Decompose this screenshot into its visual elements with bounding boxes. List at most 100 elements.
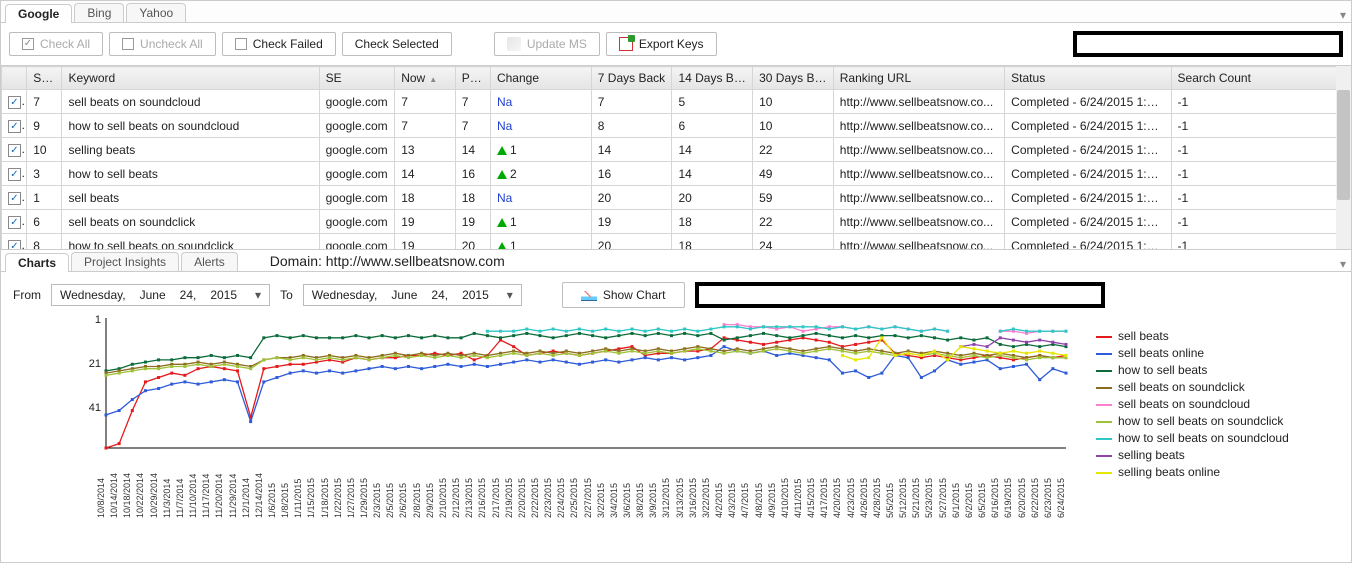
date-from-picker[interactable]: Wednesday,June24,2015 ▾ bbox=[51, 284, 270, 306]
y-tick-label: 41 bbox=[31, 402, 101, 414]
tab-alerts[interactable]: Alerts bbox=[181, 252, 238, 271]
row-checkbox[interactable] bbox=[8, 96, 21, 109]
col-keyword[interactable]: Keyword bbox=[62, 67, 319, 90]
x-tick-label: 10/18/2014 bbox=[122, 508, 132, 518]
check-failed-button[interactable]: Check Failed bbox=[222, 32, 336, 56]
x-tick-label: 5/23/2015 bbox=[924, 508, 934, 518]
x-tick-label: 2/12/2015 bbox=[451, 508, 461, 518]
x-tick-label: 3/13/2015 bbox=[675, 508, 685, 518]
table-row[interactable]: 3how to sell beatsgoogle.com14162161449h… bbox=[2, 162, 1338, 186]
update-ms-button[interactable]: Update MS bbox=[494, 32, 600, 56]
col-ranking-url[interactable]: Ranking URL bbox=[833, 67, 1004, 90]
line-chart: 1 21 41 10/8/201410/14/201410/18/201410/… bbox=[21, 318, 1076, 518]
tab-bing[interactable]: Bing bbox=[74, 3, 124, 22]
x-tick-label: 2/16/2015 bbox=[477, 508, 487, 518]
check-all-button[interactable]: Check All bbox=[9, 32, 103, 56]
x-tick-label: 2/25/2015 bbox=[569, 508, 579, 518]
legend-item: sell beats online bbox=[1096, 345, 1331, 362]
x-tick-label: 11/20/2014 bbox=[214, 508, 224, 518]
legend-item: how to sell beats on soundclick bbox=[1096, 413, 1331, 430]
x-tick-label: 2/24/2015 bbox=[556, 508, 566, 518]
row-checkbox[interactable] bbox=[8, 240, 21, 250]
col-7days[interactable]: 7 Days Back bbox=[591, 67, 672, 90]
table-row[interactable]: 8how to sell beats on soundclickgoogle.c… bbox=[2, 234, 1338, 251]
x-tick-label: 2/19/2015 bbox=[504, 508, 514, 518]
x-tick-label: 6/16/2015 bbox=[990, 508, 1000, 518]
legend-swatch bbox=[1096, 387, 1112, 389]
x-tick-label: 2/27/2015 bbox=[583, 508, 593, 518]
col-checkbox[interactable] bbox=[2, 67, 27, 90]
lower-tabbar: Charts Project Insights Alerts Domain: h… bbox=[1, 250, 1351, 272]
export-keys-button[interactable]: Export Keys bbox=[606, 32, 717, 56]
chart-legend: sell beatssell beats onlinehow to sell b… bbox=[1076, 318, 1331, 528]
y-tick-label: 1 bbox=[31, 314, 101, 326]
vertical-scrollbar[interactable] bbox=[1336, 66, 1351, 250]
x-tick-label: 2/10/2015 bbox=[438, 508, 448, 518]
x-tick-label: 12/14/2014 bbox=[254, 508, 264, 518]
legend-item: how to sell beats bbox=[1096, 362, 1331, 379]
x-tick-label: 4/17/2015 bbox=[819, 508, 829, 518]
header-row: SL No Keyword SE Now▲ Prev Change 7 Days… bbox=[2, 67, 1338, 90]
tab-overflow-dropdown[interactable]: ▾ bbox=[1335, 8, 1351, 22]
tab-charts[interactable]: Charts bbox=[5, 253, 69, 272]
x-tick-label: 5/21/2015 bbox=[911, 508, 921, 518]
col-now[interactable]: Now▲ bbox=[395, 67, 455, 90]
col-30days[interactable]: 30 Days Back bbox=[753, 67, 834, 90]
tab-yahoo[interactable]: Yahoo bbox=[126, 3, 186, 22]
lower-tab-overflow-dropdown[interactable]: ▾ bbox=[1335, 257, 1351, 271]
table-row[interactable]: 6sell beats on soundclickgoogle.com19191… bbox=[2, 210, 1338, 234]
chevron-down-icon: ▾ bbox=[507, 288, 513, 302]
to-label: To bbox=[280, 288, 293, 302]
x-tick-label: 3/8/2015 bbox=[635, 508, 645, 518]
row-checkbox[interactable] bbox=[8, 168, 21, 181]
x-tick-label: 11/3/2014 bbox=[162, 508, 172, 518]
x-tick-label: 4/2/2015 bbox=[714, 508, 724, 518]
row-checkbox[interactable] bbox=[8, 120, 21, 133]
col-prev[interactable]: Prev bbox=[455, 67, 490, 90]
arrow-up-icon bbox=[497, 242, 507, 250]
checkbox-icon bbox=[122, 38, 134, 50]
table-row[interactable]: 1sell beatsgoogle.com1818Na202059http://… bbox=[2, 186, 1338, 210]
show-chart-button[interactable]: Show Chart bbox=[562, 282, 685, 308]
x-tick-label: 2/8/2015 bbox=[412, 508, 422, 518]
col-change[interactable]: Change bbox=[490, 67, 591, 90]
col-sl-no[interactable]: SL No bbox=[27, 67, 62, 90]
x-tick-label: 10/29/2014 bbox=[149, 508, 159, 518]
x-tick-label: 10/8/2014 bbox=[96, 508, 106, 518]
row-checkbox[interactable] bbox=[8, 144, 21, 157]
uncheck-all-button[interactable]: Uncheck All bbox=[109, 32, 216, 56]
x-tick-label: 4/26/2015 bbox=[859, 508, 869, 518]
col-search-count[interactable]: Search Count bbox=[1171, 67, 1337, 90]
row-checkbox[interactable] bbox=[8, 216, 21, 229]
update-icon bbox=[507, 37, 521, 51]
date-to-picker[interactable]: Wednesday,June24,2015 ▾ bbox=[303, 284, 522, 306]
x-tick-label: 1/27/2015 bbox=[346, 508, 356, 518]
legend-swatch bbox=[1096, 336, 1112, 338]
col-se[interactable]: SE bbox=[319, 67, 395, 90]
legend-swatch bbox=[1096, 421, 1112, 423]
table-row[interactable]: 9how to sell beats on soundcloudgoogle.c… bbox=[2, 114, 1338, 138]
x-axis-labels: 10/8/201410/14/201410/18/201410/22/20141… bbox=[106, 450, 1066, 518]
x-tick-label: 6/19/2015 bbox=[1003, 508, 1013, 518]
x-tick-label: 4/23/2015 bbox=[846, 508, 856, 518]
table-row[interactable]: 10selling beatsgoogle.com13141141422http… bbox=[2, 138, 1338, 162]
legend-item: sell beats on soundclick bbox=[1096, 379, 1331, 396]
col-status[interactable]: Status bbox=[1005, 67, 1171, 90]
check-selected-button[interactable]: Check Selected bbox=[342, 32, 452, 56]
row-checkbox[interactable] bbox=[8, 192, 21, 205]
scrollbar-thumb[interactable] bbox=[1337, 90, 1350, 200]
redacted-box bbox=[695, 282, 1105, 308]
x-tick-label: 6/20/2015 bbox=[1017, 508, 1027, 518]
table-row[interactable]: 7sell beats on soundcloudgoogle.com77Na7… bbox=[2, 90, 1338, 114]
col-14days[interactable]: 14 Days Back bbox=[672, 67, 753, 90]
arrow-up-icon bbox=[497, 218, 507, 227]
tab-project-insights[interactable]: Project Insights bbox=[71, 252, 179, 271]
tab-google[interactable]: Google bbox=[5, 4, 72, 23]
legend-item: selling beats online bbox=[1096, 464, 1331, 481]
x-tick-label: 2/3/2015 bbox=[372, 508, 382, 518]
x-tick-label: 6/1/2015 bbox=[951, 508, 961, 518]
x-tick-label: 1/15/2015 bbox=[306, 508, 316, 518]
export-icon bbox=[619, 37, 633, 51]
x-tick-label: 1/29/2015 bbox=[359, 508, 369, 518]
x-tick-label: 6/24/2015 bbox=[1056, 508, 1066, 518]
